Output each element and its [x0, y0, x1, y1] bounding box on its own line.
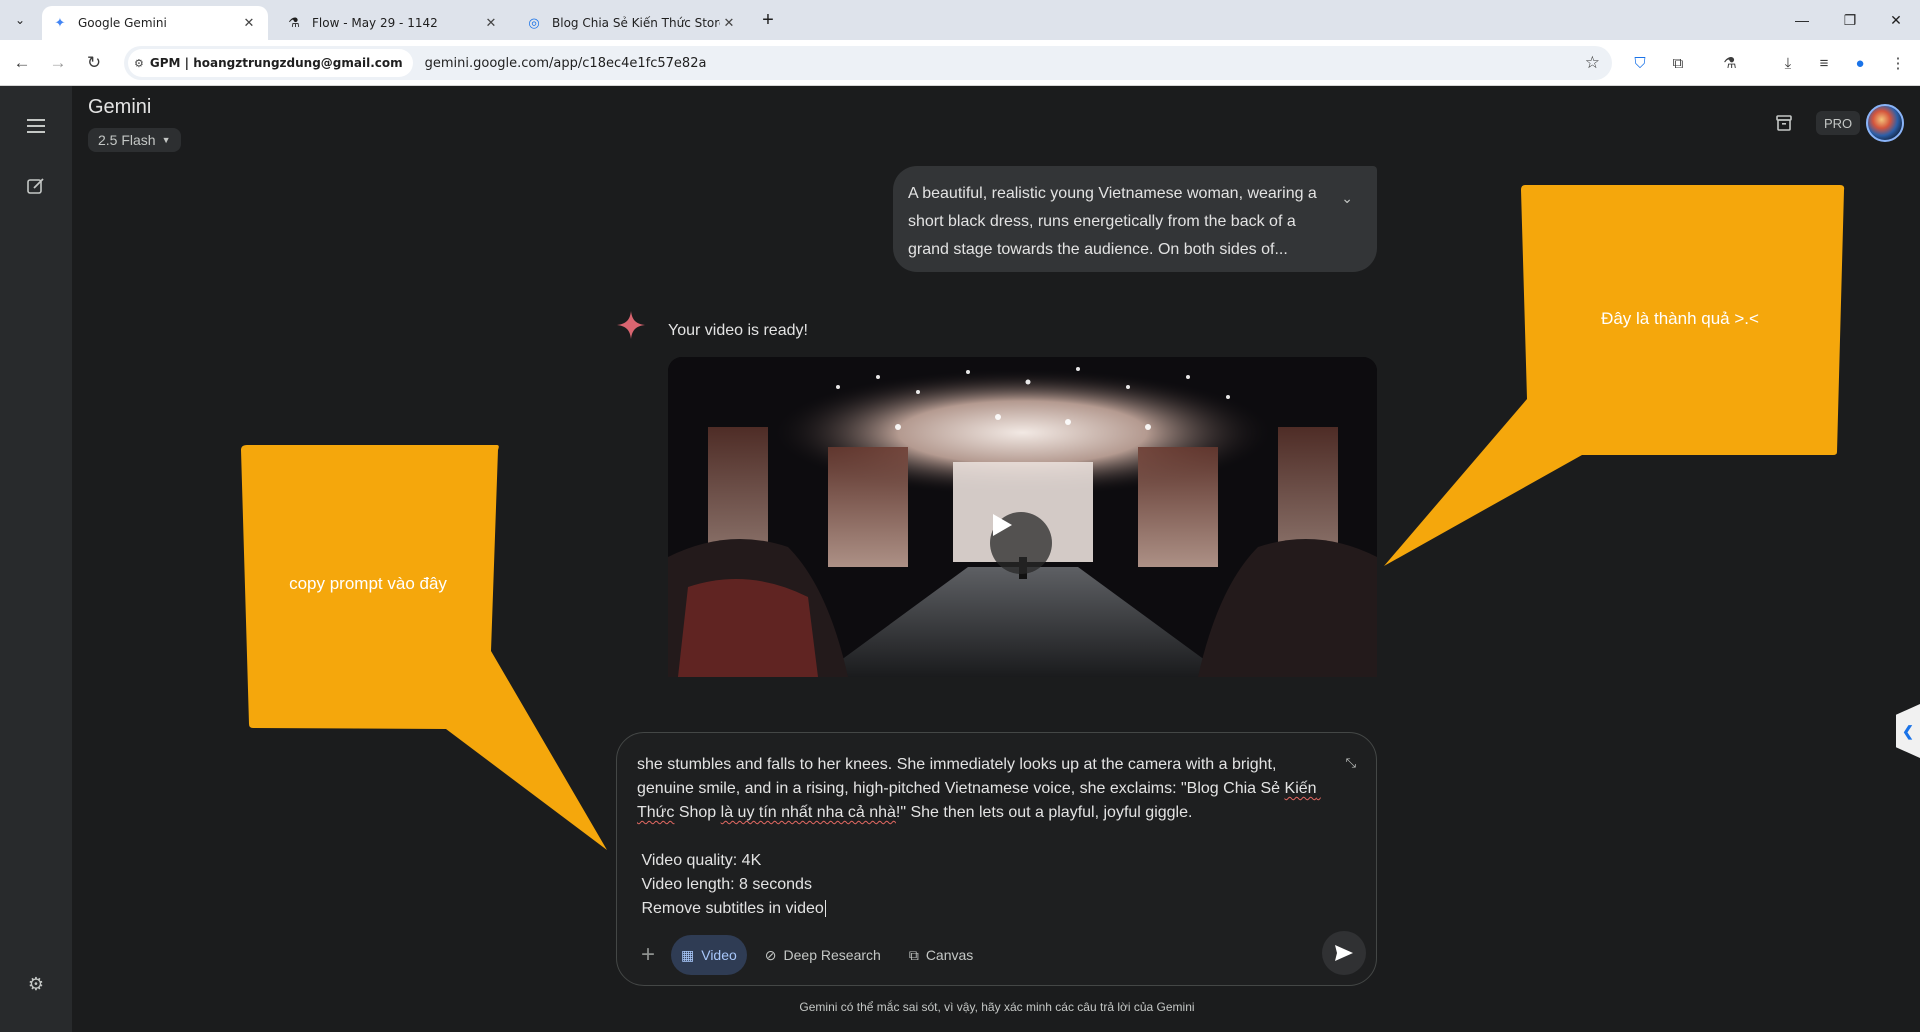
gemini-spark-icon [617, 311, 645, 339]
tab-title: Flow - May 29 - 1142 [312, 16, 438, 30]
disclaimer-text: Gemini có thể mắc sai sót, vì vậy, hãy x… [799, 1000, 1195, 1014]
window-close-button[interactable]: ✕ [1876, 6, 1916, 34]
gemini-icon: ✦ [54, 15, 66, 31]
tab-title: Google Gemini [78, 16, 167, 30]
back-button[interactable]: ← [8, 49, 36, 77]
tab-search-button[interactable]: ⌄ [8, 8, 32, 32]
browser-tab-strip: ⌄ ✦ Google Gemini ✕ ⚗ Flow - May 29 - 11… [0, 0, 1920, 40]
prompt-text-part: !" She then lets out a playful, joyful g… [895, 804, 1193, 821]
prompt-input[interactable]: she stumbles and falls to her knees. She… [637, 753, 1337, 921]
pro-badge[interactable]: PRO [1816, 111, 1861, 135]
shield-extension-icon[interactable]: ⛉ [1628, 51, 1652, 75]
tool-label: Canvas [925, 947, 974, 963]
extensions-puzzle-icon[interactable]: ⧉ [1666, 51, 1690, 75]
labs-flask-icon[interactable]: ⚗ [1718, 51, 1742, 75]
prompt-text-part: she stumbles and falls to her knees. She… [637, 756, 1285, 797]
download-icon[interactable]: ⤓ [1776, 51, 1800, 75]
close-icon[interactable]: ✕ [482, 14, 500, 32]
deep-research-icon: ⊘ [764, 946, 777, 963]
tool-canvas-button[interactable]: ⧉ Canvas [899, 935, 983, 975]
prompt-text-part: Shop [674, 804, 721, 821]
text-cursor [824, 900, 826, 917]
send-icon [1335, 945, 1353, 961]
model-selector[interactable]: 2.5 Flash ▼ [88, 128, 181, 152]
chrome-menu-icon[interactable]: ⋮ [1886, 51, 1910, 75]
url-text[interactable]: gemini.google.com/app/c18ec4e1fc57e82a [425, 56, 707, 71]
close-icon[interactable]: ✕ [240, 14, 258, 32]
tab-blog[interactable]: ◎ Blog Chia Sẻ Kiến Thức Store - ✕ [516, 6, 748, 40]
prompt-text-misspelled: là uy tín nhất nha cả nhà [720, 804, 896, 821]
send-button[interactable] [1322, 931, 1366, 975]
tab-title: Blog Chia Sẻ Kiến Thức Store - [552, 16, 720, 30]
response-text: Your video is ready! [668, 322, 808, 339]
tool-label: Deep Research [783, 947, 881, 963]
restore-button[interactable]: ❐ [1830, 6, 1870, 34]
video-player[interactable] [668, 357, 1377, 677]
tool-label: Video [701, 947, 737, 963]
media-queue-icon[interactable]: ≡ [1812, 51, 1836, 75]
new-tab-button[interactable]: + [756, 8, 780, 32]
side-rail: ⚙ [0, 86, 72, 1032]
model-label: 2.5 Flash [98, 132, 156, 148]
archive-icon[interactable] [1770, 109, 1798, 137]
caret-down-icon: ▼ [161, 135, 171, 145]
gemini-app: ⚙ Gemini 2.5 Flash ▼ PRO A beautiful, re… [0, 86, 1920, 1032]
account-avatar[interactable] [1866, 104, 1904, 142]
bookmark-star-icon[interactable]: ☆ [1585, 53, 1600, 73]
canvas-icon: ⧉ [908, 946, 919, 963]
reload-button[interactable]: ↻ [80, 49, 108, 77]
collapse-icon[interactable]: ⤡ [1346, 755, 1356, 771]
browser-toolbar: ← → ↻ ⚙ GPM | hoangztrungzdung@gmail.com… [0, 40, 1920, 86]
calendar-video-icon: ▦ [681, 946, 695, 963]
play-button[interactable] [990, 512, 1052, 574]
blog-icon: ◎ [528, 15, 540, 31]
profile-chip-label: GPM | hoangztrungzdung@gmail.com [149, 56, 403, 70]
tab-google-gemini[interactable]: ✦ Google Gemini ✕ [42, 6, 268, 40]
left-callout-text: copy prompt vào đây [289, 574, 447, 593]
play-icon [993, 514, 1012, 536]
forward-button[interactable]: → [44, 49, 72, 77]
app-title: Gemini [88, 96, 152, 118]
prompt-spec-length: Video length: 8 seconds [637, 876, 812, 893]
user-prompt-bubble: A beautiful, realistic young Vietnamese … [893, 166, 1377, 272]
tab-flow[interactable]: ⚗ Flow - May 29 - 1142 ✕ [276, 6, 510, 40]
user-prompt-text: A beautiful, realistic young Vietnamese … [908, 185, 1317, 258]
settings-gear-icon[interactable]: ⚙ [20, 968, 52, 1000]
prompt-spec-subtitles: Remove subtitles in video [637, 900, 824, 917]
menu-hamburger-icon[interactable] [20, 110, 52, 142]
tune-icon: ⚙ [134, 56, 144, 70]
address-bar[interactable]: ⚙ GPM | hoangztrungzdung@gmail.com gemin… [124, 46, 1612, 80]
new-chat-edit-icon[interactable] [20, 170, 52, 202]
minimize-button[interactable]: — [1782, 6, 1822, 34]
close-icon[interactable]: ✕ [720, 14, 738, 32]
site-info-chip[interactable]: ⚙ GPM | hoangztrungzdung@gmail.com [128, 49, 413, 77]
right-callout-text: Đây là thành quả >.< [1601, 309, 1759, 328]
side-panel-toggle[interactable]: ❮ [1896, 704, 1920, 758]
composer-tools: + ▦ Video ⊘ Deep Research ⧉ Canvas [633, 935, 983, 975]
tool-video-button[interactable]: ▦ Video [671, 935, 747, 975]
prompt-spec-quality: Video quality: 4K [637, 852, 762, 869]
prompt-composer[interactable]: she stumbles and falls to her knees. She… [616, 732, 1377, 986]
tool-deep-research-button[interactable]: ⊘ Deep Research [755, 935, 891, 975]
add-attachment-button[interactable]: + [633, 935, 663, 975]
flask-icon: ⚗ [288, 15, 300, 31]
chevron-down-icon[interactable]: ⌄ [1341, 184, 1353, 212]
profile-icon[interactable]: ● [1848, 51, 1872, 75]
